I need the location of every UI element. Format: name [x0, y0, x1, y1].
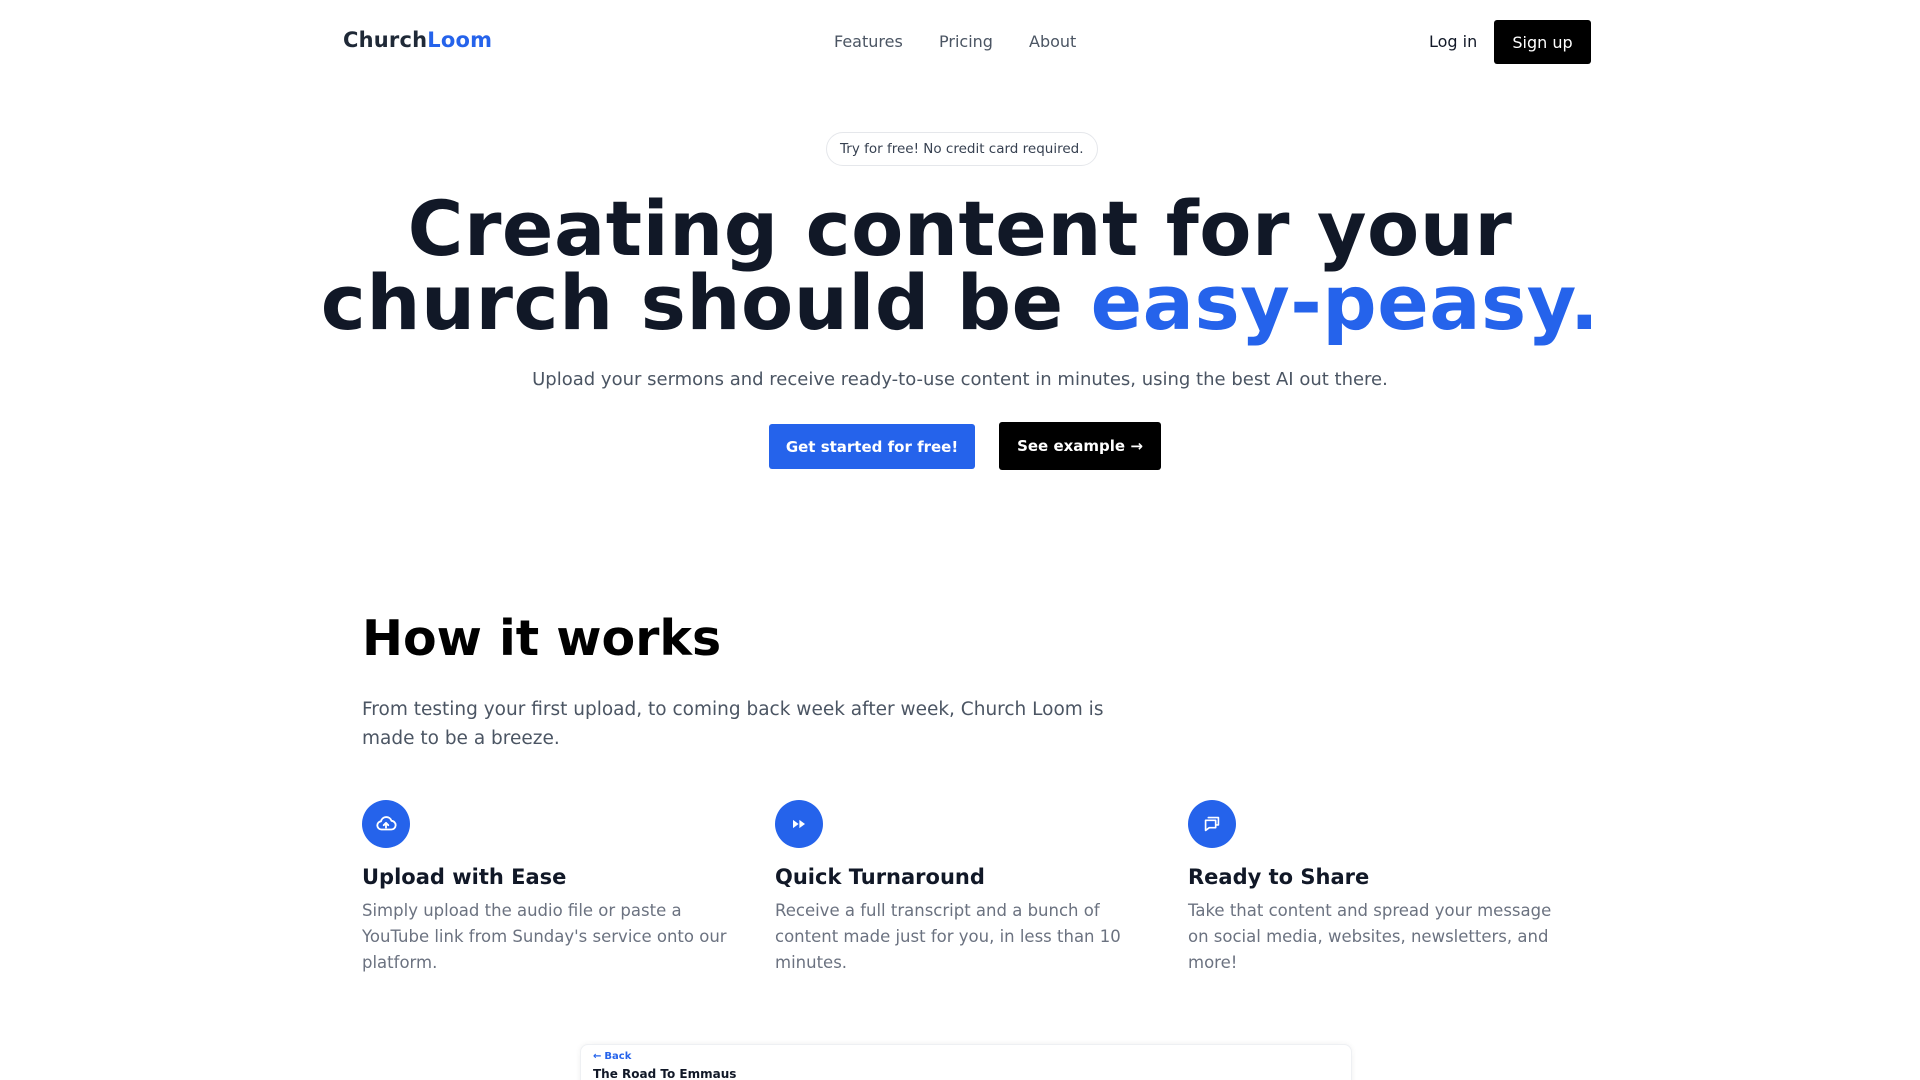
- arrow-left-icon: ←: [593, 1051, 602, 1062]
- nav-features[interactable]: Features: [834, 32, 903, 51]
- feature-upload: Upload with Ease Simply upload the audio…: [362, 800, 742, 976]
- signup-button[interactable]: Sign up: [1494, 20, 1591, 64]
- nav-pricing[interactable]: Pricing: [939, 32, 993, 51]
- see-example-button[interactable]: See example →: [999, 422, 1161, 470]
- chat-bubbles-icon: [1188, 800, 1236, 848]
- free-trial-badge: Try for free! No credit card required.: [826, 132, 1098, 166]
- feature-title: Upload with Ease: [362, 865, 567, 889]
- feature-title: Ready to Share: [1188, 865, 1370, 889]
- feature-turnaround: Quick Turnaround Receive a full transcri…: [775, 800, 1155, 976]
- login-link[interactable]: Log in: [1429, 32, 1477, 51]
- site-header: ChurchLoom Features Pricing About Log in…: [0, 0, 1920, 84]
- logo-text-church: Church: [343, 28, 428, 52]
- fast-forward-icon: [775, 800, 823, 848]
- hero-title-line2: church should be: [320, 258, 1091, 347]
- cloud-upload-icon: [362, 800, 410, 848]
- feature-title: Quick Turnaround: [775, 865, 985, 889]
- example-preview-card: ← Back The Road To Emmaus: [580, 1044, 1352, 1080]
- preview-title: The Road To Emmaus: [593, 1067, 737, 1080]
- hero-title-accent: easy-peasy.: [1090, 258, 1600, 347]
- section-title: How it works: [362, 610, 722, 667]
- hero-subtitle: Upload your sermons and receive ready-to…: [532, 369, 1388, 390]
- feature-description: Take that content and spread your messag…: [1188, 901, 1552, 972]
- get-started-button[interactable]: Get started for free!: [769, 424, 975, 469]
- feature-description: Simply upload the audio file or paste a …: [362, 901, 727, 972]
- feature-share: Ready to Share Take that content and spr…: [1188, 800, 1568, 976]
- logo[interactable]: ChurchLoom: [343, 28, 492, 52]
- hero-title: Creating content for your church should …: [0, 191, 1920, 341]
- feature-description: Receive a full transcript and a bunch of…: [775, 901, 1121, 972]
- section-subtitle: From testing your first upload, to comin…: [362, 699, 1104, 749]
- nav-about[interactable]: About: [1029, 32, 1076, 51]
- back-link[interactable]: ← Back: [593, 1051, 631, 1062]
- back-label: Back: [604, 1051, 632, 1062]
- logo-text-loom: Loom: [427, 28, 493, 52]
